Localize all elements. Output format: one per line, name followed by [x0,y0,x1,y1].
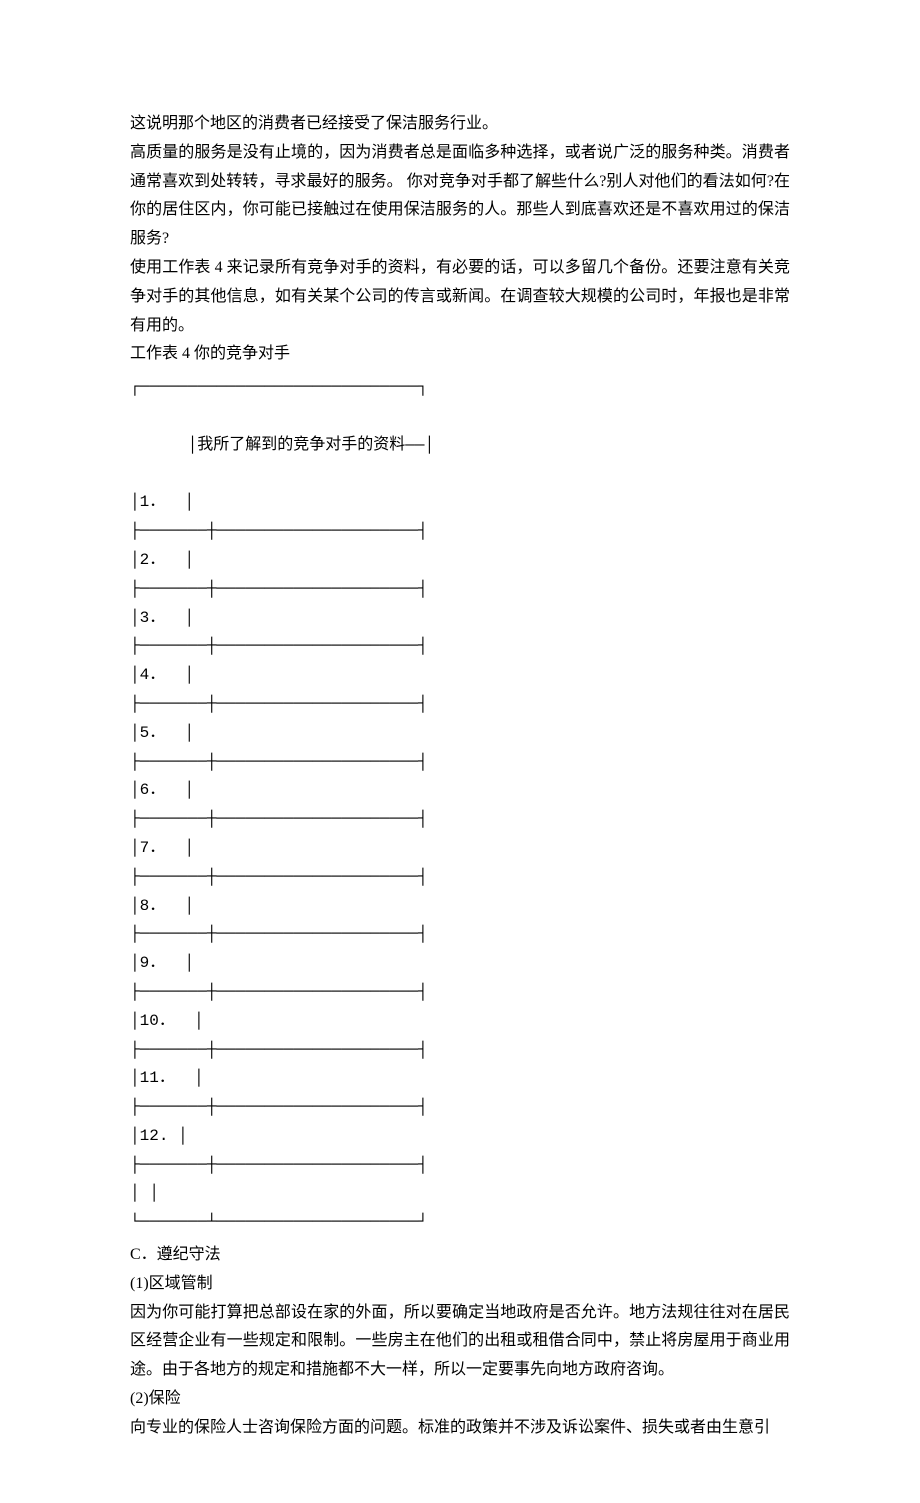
section-c-heading: C．遵纪守法 [130,1241,790,1270]
cell-border: │ [184,724,194,742]
cell-border: │ [130,1127,140,1145]
table-row: │12. │ [130,1122,790,1151]
table-separator: ├───────┼─────────────────────┤ [130,575,790,604]
table-separator: ├───────┼─────────────────────┤ [130,920,790,949]
row-number: 11． [140,1069,175,1087]
cell-border: │ [178,1127,188,1145]
subsection-1-body: 因为你可能打算把总部设在家的外面，所以要确定当地政府是否允许。地方法规往往对在居… [130,1299,790,1385]
table-row: │3． │ [130,604,790,633]
row-number: 5． [140,724,166,742]
row-number: 8． [140,897,166,915]
table-row: │9． │ [130,949,790,978]
cell-border: │ [130,1069,140,1087]
cell-border: │ [184,839,194,857]
cell-border: │ [184,781,194,799]
row-number: 2． [140,551,166,569]
table-separator: ├───────┼─────────────────────┤ [130,1093,790,1122]
table-separator: ├───────┼─────────────────────┤ [130,978,790,1007]
document-page: 这说明那个地区的消费者已经接受了保洁服务行业。 高质量的服务是没有止境的，因为消… [0,0,920,1503]
row-number: 6． [140,781,166,799]
table-border-top: ┌─────────────────────────────┐ [130,373,790,402]
table-row: │11． │ [130,1064,790,1093]
table-separator: ├───────┼─────────────────────┤ [130,1036,790,1065]
cell-border: │ [184,551,194,569]
cell-border: │ [194,1069,204,1087]
cell-border: │ [130,839,140,857]
table-row: │7． │ [130,834,790,863]
table-row: │5． │ [130,719,790,748]
table-separator: ├───────┼─────────────────────┤ [130,1151,790,1180]
subsection-2-heading: (2)保险 [130,1385,790,1414]
cell-border: │ [130,781,140,799]
cell-border: │ [184,493,194,511]
table-row: │6． │ [130,776,790,805]
table-separator: ├───────┼─────────────────────┤ [130,690,790,719]
row-number: 3． [140,609,166,627]
cell-border: │ [130,954,140,972]
row-number: 4． [140,666,166,684]
table-separator: ├───────┼─────────────────────┤ [130,517,790,546]
row-number: 10． [140,1012,175,1030]
competitor-table: ┌─────────────────────────────┐ │我所了解到的竞… [130,373,790,1237]
cell-border: │ [149,1184,159,1202]
cell-border: │ [184,954,194,972]
table-row: │ │ [130,1179,790,1208]
table-row: │2． │ [130,546,790,575]
cell-border: │ [194,1012,204,1030]
table-separator: ├───────┼─────────────────────┤ [130,863,790,892]
cell-border: │ [184,897,194,915]
cell-border: │ [184,609,194,627]
cell-border: │ [130,666,140,684]
cell-border: │ [130,1012,140,1030]
table-row: │4． │ [130,661,790,690]
table-header-row: │我所了解到的竞争对手的资料——│ [130,402,790,488]
cell-border: │ [130,551,140,569]
table-separator: ├───────┼─────────────────────┤ [130,748,790,777]
intro-line-1: 这说明那个地区的消费者已经接受了保洁服务行业。 [130,110,790,139]
cell-border: │ [188,436,198,454]
intro-line-3: 使用工作表 4 来记录所有竞争对手的资料，有必要的话，可以多留几个备份。还要注意… [130,254,790,340]
intro-line-2: 高质量的服务是没有止境的，因为消费者总是面临多种选择，或者说广泛的服务种类。消费… [130,139,790,254]
worksheet-title: 工作表 4 你的竞争对手 [130,340,790,369]
row-number: 12. [140,1127,169,1145]
table-header-text: 我所了解到的竞争对手的资料—— [197,436,424,454]
subsection-2-body: 向专业的保险人士咨询保险方面的问题。标准的政策并不涉及诉讼案件、损失或者由生意引 [130,1414,790,1443]
cell-border: │ [130,724,140,742]
row-number: 7． [140,839,166,857]
subsection-1-heading: (1)区域管制 [130,1270,790,1299]
cell-border: │ [130,1184,140,1202]
table-separator: ├───────┼─────────────────────┤ [130,632,790,661]
cell-border: │ [184,666,194,684]
table-row: │1． │ [130,488,790,517]
table-border-bottom: └───────┴─────────────────────┘ [130,1208,790,1237]
row-number: 9． [140,954,166,972]
cell-border: │ [130,493,140,511]
cell-border: │ [424,436,434,454]
cell-border: │ [130,897,140,915]
table-separator: ├───────┼─────────────────────┤ [130,805,790,834]
table-row: │10． │ [130,1007,790,1036]
cell-border: │ [130,609,140,627]
table-row: │8． │ [130,892,790,921]
row-number: 1． [140,493,166,511]
